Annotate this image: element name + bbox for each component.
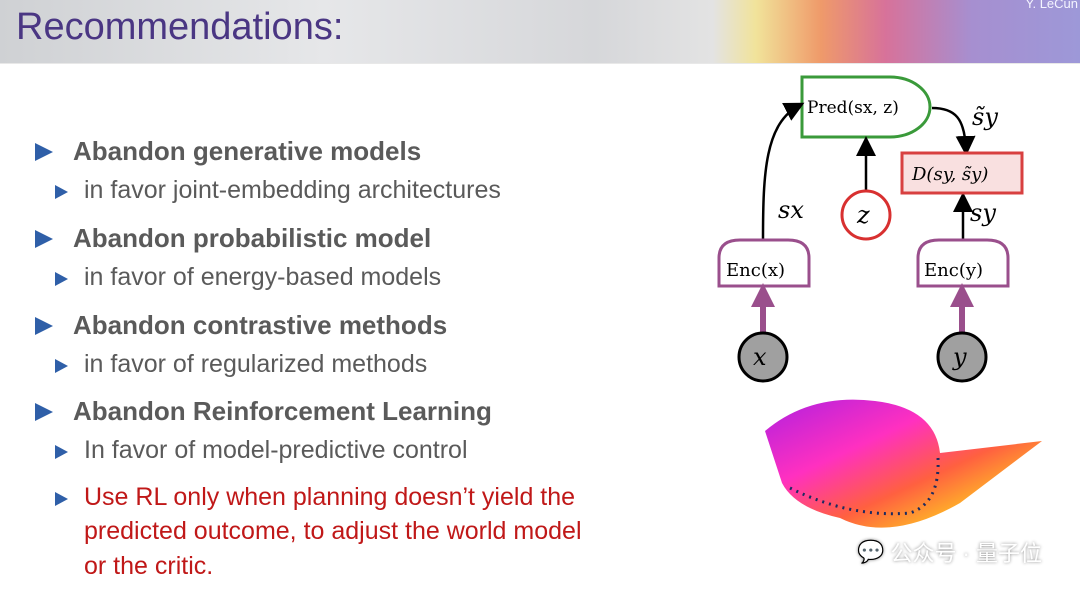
watermark: 💬 公众号 · 量子位 bbox=[857, 536, 1042, 568]
pred-box: Pred(sx, z) bbox=[800, 75, 932, 139]
x-node: x bbox=[737, 331, 789, 383]
slide-header: Recommendations: Y. LeCun bbox=[0, 0, 1080, 64]
y-node: y bbox=[936, 331, 988, 383]
jepa-diagram: Pred(sx, z) D(sy, s̃y) z sx sy s̃y Enc(x… bbox=[717, 75, 1042, 528]
svg-text:z: z bbox=[856, 201, 870, 229]
z-node: z bbox=[840, 189, 892, 241]
bullet-text: Abandon probabilistic model bbox=[73, 223, 432, 253]
bullet-text: in favor of regularized methods bbox=[84, 350, 428, 378]
triangle-bullet-icon bbox=[55, 445, 68, 459]
bullet-text: Abandon generative models bbox=[73, 136, 422, 166]
bullet-text: in favor joint-embedding architectures bbox=[84, 176, 501, 204]
wechat-icon: 💬 bbox=[857, 539, 885, 564]
bullet-text: In favor of model-predictive control bbox=[84, 436, 468, 464]
sy-tilde-label: s̃y bbox=[972, 103, 998, 131]
bullet-text: in favor of energy-based models bbox=[84, 263, 442, 291]
svg-text:D(sy, s̃y): D(sy, s̃y) bbox=[911, 164, 988, 185]
bullet-text-continued: predicted outcome, to adjust the world m… bbox=[84, 517, 582, 545]
bullet-text-continued: or the critic. bbox=[84, 552, 214, 580]
triangle-bullet-icon bbox=[35, 317, 53, 335]
watermark-text: 公众号 · 量子位 bbox=[890, 541, 1042, 566]
triangle-bullet-icon bbox=[55, 492, 68, 506]
sub-bullet-3: in favor of regularized methods bbox=[55, 350, 427, 379]
svg-text:Enc(y): Enc(y) bbox=[924, 260, 983, 281]
svg-text:x: x bbox=[753, 343, 767, 371]
sy-label: sy bbox=[970, 199, 996, 227]
bullet-1: Abandon generative models bbox=[35, 136, 421, 167]
author-label: Y. LeCun bbox=[1025, 0, 1078, 11]
sub-bullet-4: In favor of model-predictive control bbox=[55, 436, 468, 465]
arrow-sy-tilde bbox=[931, 106, 976, 156]
bullet-3: Abandon contrastive methods bbox=[35, 310, 447, 341]
sx-label: sx bbox=[778, 196, 804, 224]
bullet-text: Abandon contrastive methods bbox=[73, 310, 448, 340]
sub-bullet-1: in favor joint-embedding architectures bbox=[55, 176, 501, 205]
triangle-bullet-icon bbox=[55, 359, 68, 373]
bullet-text: Use RL only when planning doesn’t yield … bbox=[84, 483, 576, 511]
enc-x-box: Enc(x) bbox=[717, 238, 811, 288]
triangle-bullet-icon bbox=[35, 143, 53, 161]
enc-y-box: Enc(y) bbox=[916, 238, 1010, 288]
bullet-2: Abandon probabilistic model bbox=[35, 223, 431, 254]
energy-surface-image bbox=[765, 399, 1042, 528]
svg-text:y: y bbox=[952, 343, 967, 371]
triangle-bullet-icon bbox=[55, 185, 68, 199]
svg-text:Pred(sx, z): Pred(sx, z) bbox=[807, 98, 899, 118]
triangle-bullet-icon bbox=[55, 272, 68, 286]
bullet-text: Abandon Reinforcement Learning bbox=[73, 396, 492, 426]
triangle-bullet-icon bbox=[35, 403, 53, 421]
slide-title: Recommendations: bbox=[16, 6, 344, 48]
d-box: D(sy, s̃y) bbox=[900, 151, 1024, 195]
sub-bullet-2: in favor of energy-based models bbox=[55, 263, 441, 292]
bullet-4: Abandon Reinforcement Learning bbox=[35, 396, 492, 427]
triangle-bullet-icon bbox=[35, 230, 53, 248]
svg-text:Enc(x): Enc(x) bbox=[726, 260, 785, 281]
sub-bullet-5: Use RL only when planning doesn’t yield … bbox=[55, 483, 575, 512]
